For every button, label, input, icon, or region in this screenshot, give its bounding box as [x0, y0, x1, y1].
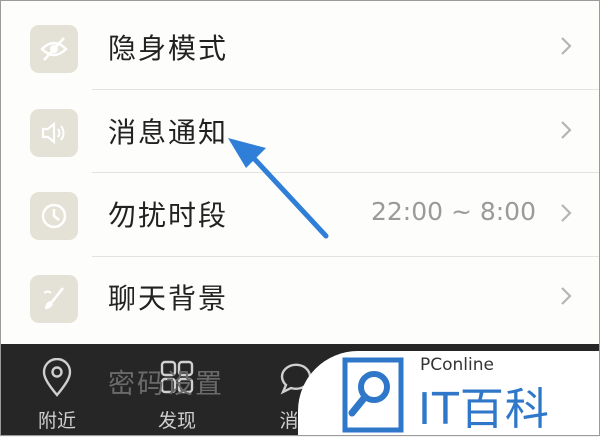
image-border — [0, 0, 600, 436]
